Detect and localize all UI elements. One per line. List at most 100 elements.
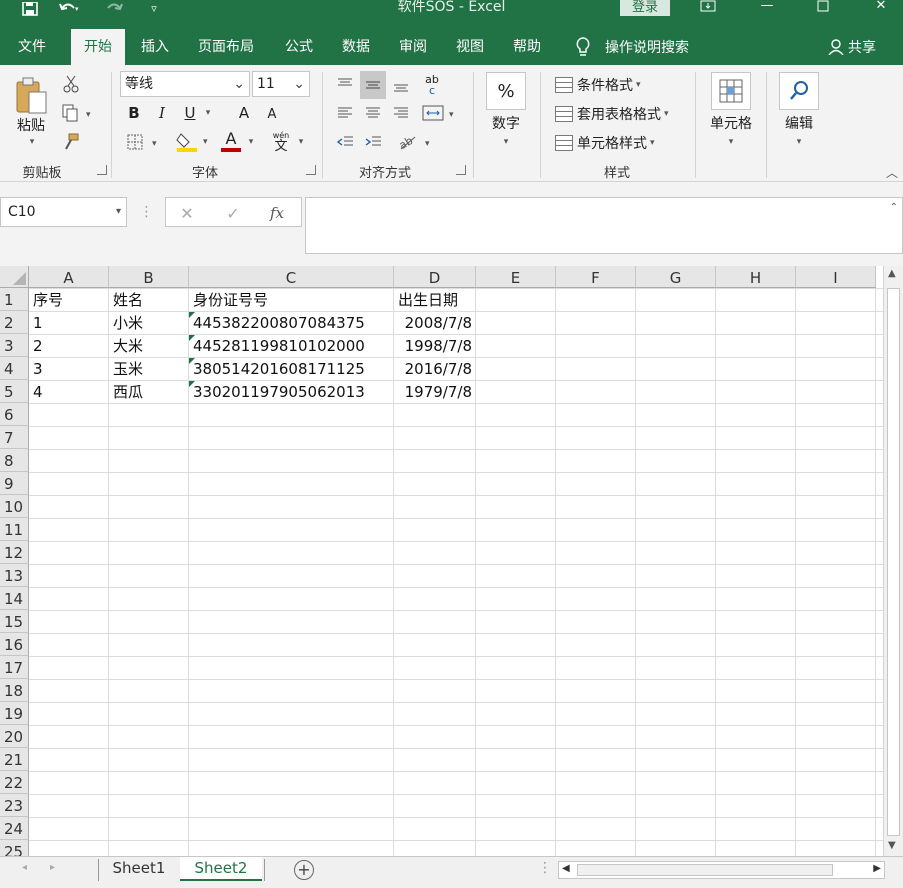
tab-data[interactable]: 数据 (334, 29, 378, 65)
row-header[interactable]: 14 (0, 587, 29, 610)
cell[interactable]: 4 (33, 380, 43, 403)
tab-review[interactable]: 审阅 (391, 29, 435, 65)
scroll-down-icon[interactable]: ▼ (888, 840, 896, 851)
horizontal-scrollbar[interactable]: ◀ ▶ (558, 861, 885, 879)
tab-help[interactable]: 帮助 (505, 29, 549, 65)
font-launcher-icon[interactable] (306, 165, 316, 175)
paste-label[interactable]: 粘贴 (10, 115, 52, 135)
underline-dropdown-icon[interactable]: ▾ (200, 102, 216, 124)
row-header[interactable]: 18 (0, 679, 29, 702)
tab-home[interactable]: 开始 (71, 29, 125, 65)
search-icon[interactable] (779, 72, 819, 110)
cut-icon[interactable] (60, 73, 82, 95)
row-header[interactable]: 12 (0, 541, 29, 564)
collapse-ribbon-icon[interactable]: ︿ (884, 165, 900, 180)
wrap-text-icon[interactable]: ab c (420, 71, 444, 99)
cell[interactable]: 出生日期 (398, 288, 458, 311)
cell[interactable]: 序号 (33, 288, 63, 311)
cell[interactable]: 西瓜 (113, 380, 143, 403)
select-all-corner[interactable] (0, 266, 29, 288)
tab-file[interactable]: 文件 (8, 29, 56, 65)
cell-styles-button[interactable]: 单元格样式 ▾ (555, 131, 655, 155)
cell[interactable]: 445281199810102000 (193, 334, 365, 357)
conditional-formatting-button[interactable]: 条件格式 ▾ (555, 73, 641, 97)
align-left-icon[interactable] (334, 102, 356, 124)
scroll-left-icon[interactable]: ◀ (562, 863, 570, 874)
cell[interactable]: 2 (33, 334, 43, 357)
cell[interactable]: 身份证号号 (193, 288, 268, 311)
sheet-scroll-right-icon[interactable]: ▸ (50, 862, 55, 873)
row-header[interactable]: 20 (0, 725, 29, 748)
vertical-scrollbar[interactable]: ▲ ▼ (883, 266, 903, 856)
editing-dropdown-icon[interactable]: ▾ (791, 135, 807, 149)
sheet-scroll-left-icon[interactable]: ◂ (22, 862, 27, 873)
cells-label[interactable]: 单元格 (702, 113, 760, 133)
cell[interactable]: 小米 (113, 311, 143, 334)
fill-color-icon[interactable]: ▾ (174, 129, 214, 153)
decrease-font-size-button[interactable]: A (262, 104, 282, 124)
sheet-tab-sheet2[interactable]: Sheet2 (180, 857, 262, 881)
cell[interactable]: 445382200807084375 (193, 311, 365, 334)
tab-formulas[interactable]: 公式 (277, 29, 321, 65)
number-dropdown-icon[interactable]: ▾ (498, 135, 514, 149)
column-header[interactable]: E (476, 266, 556, 288)
paste-icon[interactable] (10, 73, 52, 119)
cell[interactable]: 3 (33, 357, 43, 380)
orientation-icon[interactable]: ab ▾ (396, 131, 436, 153)
add-sheet-icon[interactable]: + (294, 860, 314, 880)
column-header[interactable]: G (636, 266, 716, 288)
column-header[interactable]: B (109, 266, 189, 288)
cell[interactable]: 1 (33, 311, 43, 334)
column-header[interactable]: C (189, 266, 394, 288)
align-right-icon[interactable] (390, 102, 412, 124)
cell[interactable]: 1998/7/8 (394, 334, 472, 357)
row-header[interactable]: 24 (0, 817, 29, 840)
row-header[interactable]: 16 (0, 633, 29, 656)
increase-font-size-button[interactable]: A (234, 102, 254, 124)
tab-insert[interactable]: 插入 (133, 29, 177, 65)
cells-dropdown-icon[interactable]: ▾ (723, 135, 739, 149)
borders-icon[interactable]: ▾ (124, 131, 164, 153)
vertical-scroll-thumb[interactable] (887, 288, 900, 836)
paste-dropdown-icon[interactable]: ▾ (22, 135, 42, 149)
row-header[interactable]: 1 (0, 288, 29, 311)
row-header[interactable]: 19 (0, 702, 29, 725)
close-icon[interactable]: ✕ (866, 0, 896, 16)
row-header[interactable]: 11 (0, 518, 29, 541)
cancel-icon[interactable]: ✕ (174, 200, 200, 226)
cell[interactable]: 玉米 (113, 357, 143, 380)
row-header[interactable]: 23 (0, 794, 29, 817)
number-label[interactable]: 数字 (484, 113, 528, 133)
spreadsheet-grid[interactable]: ABCDEFGHI 1 2 3 4 5 6 7 8 9 10 11 12 13 14 15 16 17 18 19 2… (0, 266, 883, 856)
italic-button[interactable]: I (152, 102, 172, 124)
enter-icon[interactable]: ✓ (220, 200, 246, 226)
column-header[interactable]: D (394, 266, 476, 288)
insert-function-icon[interactable]: fx (264, 200, 290, 226)
row-header[interactable]: 6 (0, 403, 29, 426)
align-top-icon[interactable] (334, 73, 356, 95)
row-header[interactable]: 3 (0, 334, 29, 357)
row-header[interactable]: 22 (0, 771, 29, 794)
login-button[interactable]: 登录 (620, 0, 670, 16)
decrease-indent-icon[interactable] (334, 131, 356, 153)
column-header[interactable]: I (796, 266, 876, 288)
tell-me-search[interactable]: 操作说明搜索 (575, 29, 689, 65)
row-header[interactable]: 15 (0, 610, 29, 633)
row-header[interactable]: 4 (0, 357, 29, 380)
sheet-tab-sheet1[interactable]: Sheet1 (100, 857, 178, 881)
font-name-select[interactable]: 等线 ⌄ (120, 71, 250, 97)
scroll-up-icon[interactable]: ▲ (888, 268, 896, 279)
phonetic-dropdown-icon[interactable]: ▾ (295, 131, 307, 153)
row-header[interactable]: 2 (0, 311, 29, 334)
alignment-launcher-icon[interactable] (456, 165, 466, 175)
row-header[interactable]: 13 (0, 564, 29, 587)
align-middle-icon[interactable] (360, 71, 386, 99)
cell[interactable]: 2008/7/8 (394, 311, 472, 334)
column-header[interactable]: F (556, 266, 636, 288)
name-box[interactable]: C10 ▾ (0, 197, 127, 227)
cell[interactable]: 1979/7/8 (394, 380, 472, 403)
scroll-right-icon[interactable]: ▶ (873, 863, 881, 874)
row-header[interactable]: 10 (0, 495, 29, 518)
row-header[interactable]: 21 (0, 748, 29, 771)
formula-input[interactable]: ⌃ (305, 197, 903, 254)
